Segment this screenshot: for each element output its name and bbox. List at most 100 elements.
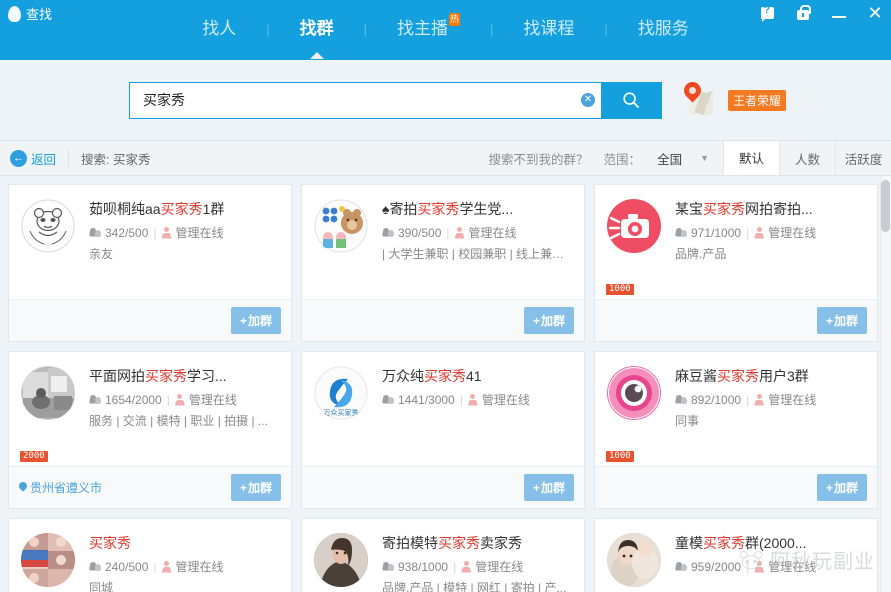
group-title-prefix: ♠寄拍: [382, 201, 417, 217]
search-button[interactable]: [601, 83, 661, 118]
group-card[interactable]: 万众买家秀 万众纯买家秀41 1441/3000 | 管理在线 +加群: [301, 351, 585, 509]
group-card[interactable]: 1000 寄拍模特买家秀卖家秀 938/1000 | 管理在线 品牌.产品 | …: [301, 518, 585, 592]
search-input[interactable]: [130, 83, 575, 118]
feedback-button[interactable]: [757, 3, 777, 23]
nav-item-find-services[interactable]: 找服务: [608, 14, 719, 39]
nav-item-find-streamers[interactable]: 找主播热: [367, 14, 490, 39]
group-title[interactable]: 买家秀: [89, 533, 281, 553]
group-card[interactable]: 2000 童模买家秀群(2000... 959/2000 | 管理在线 +加群: [594, 518, 878, 592]
members-icon: [382, 228, 394, 238]
group-title-prefix: 童模: [675, 535, 703, 551]
group-title[interactable]: 童模买家秀群(2000...: [675, 533, 867, 553]
group-title-highlight: 买家秀: [424, 368, 466, 384]
group-title[interactable]: 寄拍模特买家秀卖家秀: [382, 533, 574, 553]
join-group-button[interactable]: +加群: [817, 474, 867, 501]
plus-icon: +: [240, 481, 247, 495]
close-button[interactable]: ✕: [865, 3, 885, 23]
admin-online-icon: [162, 561, 172, 572]
group-title-prefix: 平面网拍: [89, 368, 145, 384]
filter-controls: 搜索不到我的群？ 范围： 全国 ▼ 默认 人数 活跃度: [480, 141, 891, 175]
avatar-wrap: [21, 199, 79, 299]
sort-tab-activity[interactable]: 活跃度: [835, 141, 891, 175]
group-card[interactable]: 买家秀 240/500 | 管理在线 同城 +加群: [8, 518, 292, 592]
filter-bar: ← 返回 搜索: 买家秀 搜索不到我的群？ 范围： 全国 ▼ 默认 人数 活跃度: [0, 140, 891, 176]
avatar[interactable]: [314, 533, 368, 587]
group-card-body: 1000 某宝买家秀网拍寄拍... 971/1000 | 管理在线 品牌.产品: [595, 185, 877, 299]
group-card[interactable]: 茹呗桐纯aa买家秀1群 342/500 | 管理在线 亲友 +加群: [8, 184, 292, 342]
group-meta: 959/2000 | 管理在线: [675, 558, 867, 575]
member-count: 959/2000: [691, 560, 741, 574]
sort-tab-label: 活跃度: [845, 149, 883, 168]
member-count: 342/500: [105, 226, 148, 240]
meta-separator: |: [152, 226, 157, 240]
join-group-label: 加群: [834, 481, 858, 495]
promo-badge[interactable]: 王者荣耀: [728, 90, 786, 111]
group-card-info: 麻豆酱买家秀用户3群 892/1000 | 管理在线 同事: [665, 366, 867, 466]
group-meta: 342/500 | 管理在线: [89, 224, 281, 241]
group-title[interactable]: ♠寄拍买家秀学生党...: [382, 199, 574, 219]
scrollbar-track[interactable]: [880, 176, 891, 592]
group-title-suffix: 41: [466, 368, 482, 384]
scrollbar-thumb[interactable]: [881, 180, 890, 232]
group-title[interactable]: 平面网拍买家秀学习...: [89, 366, 281, 386]
group-title[interactable]: 万众纯买家秀41: [382, 366, 574, 386]
member-count: 892/1000: [691, 393, 741, 407]
avatar[interactable]: [21, 199, 75, 253]
nav-item-find-courses[interactable]: 找课程: [493, 14, 604, 39]
avatar[interactable]: [607, 533, 661, 587]
group-meta: 971/1000 | 管理在线: [675, 224, 867, 241]
meta-separator: |: [459, 393, 464, 407]
group-card[interactable]: 1000 某宝买家秀网拍寄拍... 971/1000 | 管理在线 品牌.产品 …: [594, 184, 878, 342]
nav-item-find-people[interactable]: 找人: [172, 14, 266, 39]
avatar[interactable]: [314, 199, 368, 253]
join-group-button[interactable]: +加群: [524, 307, 574, 334]
avatar[interactable]: [607, 366, 661, 420]
map-pin-icon[interactable]: [684, 82, 714, 118]
group-card-body: 万众买家秀 万众纯买家秀41 1441/3000 | 管理在线: [302, 352, 584, 466]
avatar[interactable]: [21, 366, 75, 420]
sort-tab-members[interactable]: 人数: [779, 141, 835, 175]
group-title-highlight: 买家秀: [417, 201, 459, 217]
group-title[interactable]: 茹呗桐纯aa买家秀1群: [89, 199, 281, 219]
back-button[interactable]: ← 返回: [0, 141, 68, 175]
join-group-button[interactable]: +加群: [817, 307, 867, 334]
avatar[interactable]: [607, 199, 661, 253]
search-icon: [622, 91, 640, 109]
scope-selector[interactable]: 范围： 全国 ▼: [598, 141, 723, 175]
avatar[interactable]: [21, 533, 75, 587]
members-icon: [675, 228, 687, 238]
group-card-info: 茹呗桐纯aa买家秀1群 342/500 | 管理在线 亲友: [79, 199, 281, 299]
join-group-button[interactable]: +加群: [231, 307, 281, 334]
cannot-find-group-link[interactable]: 搜索不到我的群？: [480, 141, 598, 175]
join-group-button[interactable]: +加群: [231, 474, 281, 501]
admin-online-icon: [175, 394, 185, 405]
plus-icon: +: [826, 481, 833, 495]
nav-item-find-groups[interactable]: 找群: [270, 14, 364, 39]
join-group-button[interactable]: +加群: [524, 474, 574, 501]
sort-tab-default[interactable]: 默认: [723, 141, 779, 175]
minimize-button[interactable]: [829, 3, 849, 23]
group-card[interactable]: ♠寄拍买家秀学生党... 390/500 | 管理在线 | 大学生兼职 | 校园…: [301, 184, 585, 342]
security-button[interactable]: [793, 3, 813, 23]
group-location-label: 贵州省遵义市: [30, 479, 102, 496]
admin-status: 管理在线: [768, 391, 816, 408]
group-card-body: 2000 童模买家秀群(2000... 959/2000 | 管理在线: [595, 519, 877, 592]
results-grid: 茹呗桐纯aa买家秀1群 342/500 | 管理在线 亲友 +加群: [8, 184, 878, 592]
members-icon: [382, 395, 394, 405]
join-group-label: 加群: [248, 314, 272, 328]
clear-search-button[interactable]: ✕: [575, 83, 601, 118]
group-title[interactable]: 某宝买家秀网拍寄拍...: [675, 199, 867, 219]
group-title[interactable]: 麻豆酱买家秀用户3群: [675, 366, 867, 386]
group-title-suffix: 网拍寄拍...: [745, 201, 813, 217]
admin-status: 管理在线: [482, 391, 530, 408]
avatar-wrap: [314, 199, 372, 299]
plus-icon: +: [240, 314, 247, 328]
avatar[interactable]: 万众买家秀: [314, 366, 368, 420]
group-title-highlight: 买家秀: [717, 368, 759, 384]
group-card[interactable]: 1000 麻豆酱买家秀用户3群 892/1000 | 管理在线 同事 +加群: [594, 351, 878, 509]
group-card[interactable]: 2000 平面网拍买家秀学习... 1654/2000 | 管理在线 服务 | …: [8, 351, 292, 509]
join-group-label: 加群: [541, 481, 565, 495]
chevron-down-icon[interactable]: ▼: [686, 153, 719, 163]
group-title-highlight: 买家秀: [703, 535, 745, 551]
group-tags: 品牌.产品: [675, 245, 867, 262]
